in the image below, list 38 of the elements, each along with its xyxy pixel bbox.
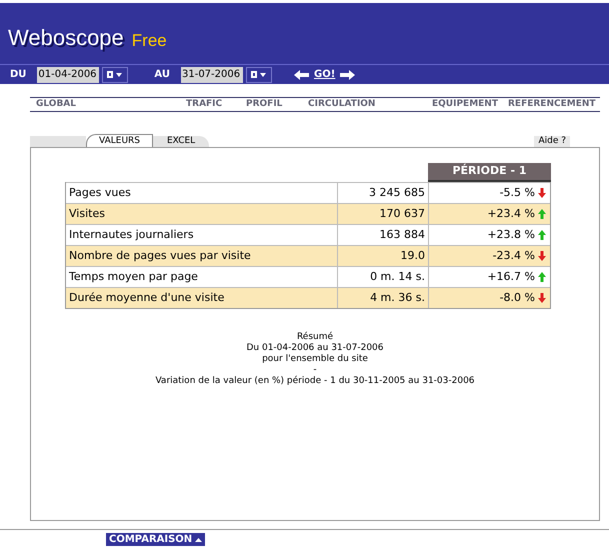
- metric-value: 4 m. 36 s.: [338, 288, 429, 308]
- calendar-dropdown-icon: [250, 70, 268, 79]
- calendar-dropdown-icon: [106, 70, 124, 79]
- tab[interactable]: EXCEL: [153, 136, 210, 147]
- app-title: Weboscope: [8, 24, 124, 52]
- nav-item[interactable]: EQUIPEMENT: [426, 98, 502, 112]
- previous-arrow-icon[interactable]: [294, 70, 309, 80]
- summary-line: Variation de la valeur (en %) période - 1 du 30-11-2005 au 31-03-2006: [155, 376, 475, 387]
- nav-item[interactable]: REFERENCEMENT: [502, 98, 600, 112]
- change-value: -5.5 %: [500, 184, 535, 201]
- to-label: AU: [154, 68, 170, 82]
- to-date-field[interactable]: 31-07-2006: [180, 66, 243, 82]
- from-label: DU: [10, 68, 26, 82]
- from-date-field[interactable]: 01-04-2006: [37, 66, 100, 82]
- edition-label: Free: [132, 30, 167, 52]
- caret-up-icon: [195, 537, 202, 542]
- summary-line: pour l'ensemble du site: [262, 354, 368, 365]
- change-value: +23.8 %: [487, 226, 535, 243]
- nav-item[interactable]: CIRCULATION: [302, 98, 426, 112]
- change-value: -8.0 %: [500, 290, 535, 306]
- comparison-button[interactable]: COMPARAISON: [106, 533, 206, 546]
- next-arrow-icon[interactable]: [340, 70, 356, 80]
- nav-item[interactable]: PROFIL: [240, 98, 302, 112]
- column-header: PÉRIODE - 1: [428, 163, 551, 182]
- change-value: +16.7 %: [487, 268, 535, 285]
- calendar-button[interactable]: [246, 66, 272, 82]
- nav-item[interactable]: GLOBAL: [30, 98, 180, 112]
- calendar-button[interactable]: [102, 66, 128, 82]
- tab[interactable]: VALEURS: [86, 134, 153, 147]
- change-value: +23.4 %: [487, 206, 535, 222]
- change-value: -23.4 %: [492, 248, 535, 264]
- summary-line: Résumé: [296, 332, 334, 343]
- go-link[interactable]: GO!: [314, 67, 336, 82]
- summary-line: Du 01-04-2006 au 31-07-2006: [246, 343, 384, 354]
- nav-item[interactable]: TRAFIC: [180, 98, 240, 112]
- summary-line: -: [313, 365, 317, 376]
- help-button[interactable]: Aide ?: [534, 136, 570, 147]
- metric-label: Durée moyenne d'une visite: [66, 288, 338, 308]
